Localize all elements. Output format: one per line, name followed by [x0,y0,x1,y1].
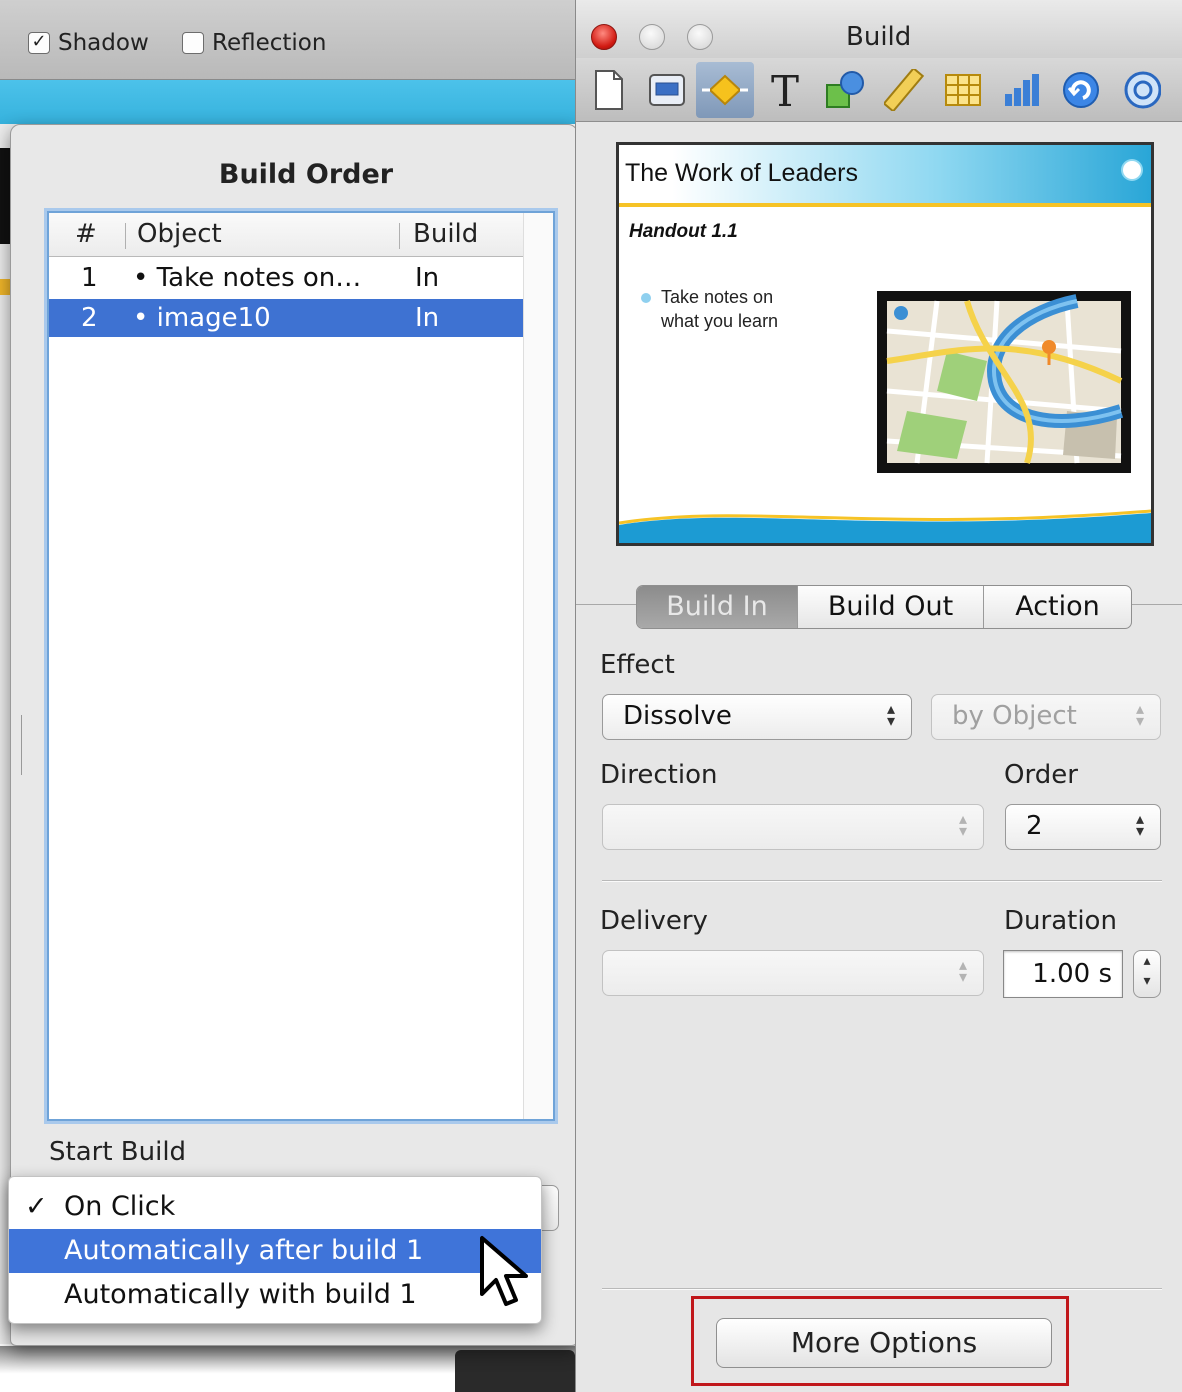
menu-item-label: On Click [64,1191,176,1222]
checkbox-box[interactable] [182,32,204,54]
by-object-value: by Object [952,701,1077,731]
canvas-fragment [0,148,10,244]
effect-value: Dissolve [623,701,732,731]
menu-item-automatically-with[interactable]: Automatically with build 1 [9,1273,541,1317]
up-down-arrows-icon: ▴ ▾ [1135,699,1144,730]
slide-preview: The Work of Leaders Handout 1.1 Take not… [616,142,1154,546]
table-header: # Object Build [49,213,553,257]
column-header-object[interactable]: Object [137,219,222,249]
row-build: In [415,303,440,333]
slide-header-band: The Work of Leaders [619,145,1151,203]
menu-item-automatically-after[interactable]: Automatically after build 1 [9,1229,541,1273]
table-icon[interactable] [934,62,992,118]
menu-item-label: Automatically with build 1 [64,1279,417,1310]
shadow-label: Shadow [58,30,149,56]
effect-label: Effect [600,650,675,680]
slide-wave-decoration [619,509,1151,543]
bullet-icon [641,293,651,303]
checkbox-box[interactable]: ✓ [28,32,50,54]
reflection-label: Reflection [212,30,327,56]
column-header-number[interactable]: # [75,219,97,249]
mouse-pointer-icon [480,1236,528,1306]
slide-bullet-text: what you learn [661,311,779,331]
row-build: In [415,263,440,293]
dock-fragment [455,1350,575,1392]
row-number: 1 [81,263,98,293]
minimize-button[interactable] [639,24,665,50]
order-label: Order [1004,760,1078,790]
separator [602,880,1162,882]
up-down-arrows-icon: ▴ ▾ [886,699,895,730]
tab-build-in[interactable]: Build In [637,586,797,628]
metrics-icon[interactable] [876,62,934,118]
chart-icon[interactable] [992,62,1050,118]
delivery-label: Delivery [600,906,708,936]
tab-action[interactable]: Action [983,586,1131,628]
up-down-arrows-icon: ▴ ▾ [958,955,967,986]
up-down-arrows-icon: ▴ ▾ [1135,809,1144,840]
tab-build-out[interactable]: Build Out [797,586,983,628]
duration-label: Duration [1004,906,1117,936]
direction-popup[interactable]: ▴ ▾ [602,804,984,850]
column-divider [399,223,400,249]
menu-item-label: Automatically after build 1 [64,1235,424,1266]
start-build-label: Start Build [49,1137,187,1167]
table-row[interactable]: 2 • image10 In [49,299,523,337]
menu-item-on-click[interactable]: ✓ On Click [9,1185,541,1229]
hyperlink-icon[interactable] [1052,62,1110,118]
build-tabs: Build In Build Out Action [636,585,1132,629]
slide-bullet-text: Take notes on [661,287,774,307]
up-down-arrows-icon: ▴ ▾ [958,809,967,840]
effect-popup[interactable]: Dissolve ▴ ▾ [602,694,912,740]
column-header-build[interactable]: Build [413,219,478,249]
map-image [877,291,1131,473]
format-bar: ✓ Shadow Reflection [0,0,580,80]
row-object: • Take notes on… [133,263,362,293]
direction-label: Direction [600,760,718,790]
build-icon[interactable] [696,62,754,118]
shapes-icon[interactable] [816,62,874,118]
duration-field[interactable]: 1.00 s [1003,950,1123,998]
by-object-popup[interactable]: by Object ▴ ▾ [931,694,1161,740]
panel-title: Build Order [218,159,394,190]
window-title: Build [846,22,912,52]
order-popup[interactable]: 2 ▴ ▾ [1005,804,1161,850]
inspector-toolbar: T [576,58,1182,122]
more-options-button[interactable]: More Options [716,1318,1052,1368]
column-divider [125,223,126,249]
text-icon[interactable]: T [756,62,814,118]
quicktime-icon[interactable] [1112,62,1170,118]
slide-accent-line [619,203,1151,207]
slide-canvas-strip [0,80,580,124]
checkmark-icon: ✓ [25,1191,48,1222]
slide-subtitle: Handout 1.1 [629,221,738,242]
build-order-panel: Build Order # Object Build 1 • Take note… [10,124,578,1346]
svg-text:T: T [771,68,799,112]
table-scrollbar[interactable] [523,213,553,1119]
row-object: • image10 [133,303,271,333]
shadow-checkbox[interactable]: ✓ Shadow [28,30,149,56]
reflection-checkbox[interactable]: Reflection [182,30,326,56]
order-value: 2 [1026,811,1043,841]
table-row[interactable]: 1 • Take notes on… In [49,259,523,297]
delivery-popup[interactable]: ▴ ▾ [602,950,984,996]
duration-stepper[interactable]: ▴ ▾ [1133,950,1161,998]
resize-grip[interactable] [21,715,24,775]
slide-title: The Work of Leaders [625,159,858,187]
start-build-menu: ✓ On Click Automatically after build 1 A… [8,1176,542,1324]
slide-icon[interactable] [638,62,696,118]
close-button[interactable] [591,24,617,50]
document-icon[interactable] [580,62,638,118]
window-titlebar[interactable]: Build [576,0,1182,58]
zoom-button[interactable] [687,24,713,50]
build-inspector: Build T The Work of Leaders Handout 1.1 … [575,0,1182,1392]
build-order-table: # Object Build 1 • Take notes on… In 2 •… [47,211,555,1121]
row-number: 2 [81,303,98,333]
logo-icon [1123,161,1141,179]
separator [602,1288,1162,1290]
